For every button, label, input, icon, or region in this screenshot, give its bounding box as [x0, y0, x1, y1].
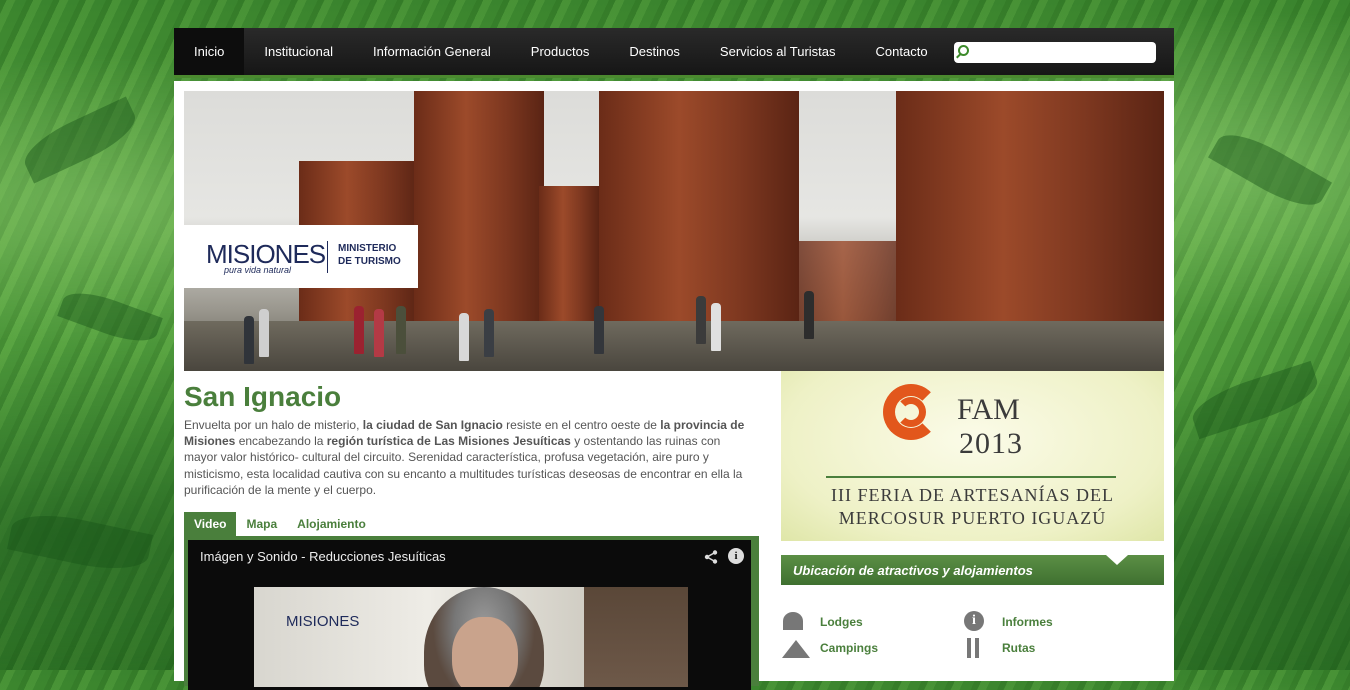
tab-video[interactable]: Video [184, 512, 237, 536]
page-container: MISIONES pura vida natural MINISTERIO DE… [174, 81, 1174, 690]
route-icon [963, 636, 993, 660]
main-navigation: Inicio Institucional Información General… [174, 28, 1174, 78]
intro-text: resiste en el centro oeste de [502, 418, 661, 432]
nav-item-inicio[interactable]: Inicio [174, 28, 245, 75]
ubicacion-header: Ubicación de atractivos y alojamientos [781, 555, 1164, 585]
header-banner-image: MISIONES pura vida natural MINISTERIO DE… [184, 91, 1164, 371]
tourist-figure [396, 306, 406, 354]
ruin-wall [414, 91, 544, 331]
fam-name: FAM [957, 393, 1020, 426]
fam-line-2: MERCOSUR PUERTO IGUAZÚ [838, 508, 1107, 528]
logo-ministry-line1: MINISTERIO [338, 243, 397, 254]
background-leaf [17, 96, 143, 184]
intro-text: encabezando la [235, 434, 327, 449]
link-label[interactable]: Lodges [820, 615, 863, 629]
presenter-face [452, 617, 518, 687]
nav-item-productos[interactable]: Productos [511, 28, 610, 75]
share-icon[interactable] [704, 550, 718, 564]
page-title: San Ignacio [184, 381, 342, 412]
ruin-wall [539, 186, 599, 326]
fam-line-1: III FERIA DE ARTESANÍAS DEL [831, 485, 1114, 505]
background-leaf [6, 505, 154, 579]
video-panel: Imágen y Sonido - Reducciones Jesuíticas… [184, 536, 759, 690]
fam-spiral-inner-icon [896, 397, 926, 427]
nav-item-institucional[interactable]: Institucional [244, 28, 353, 75]
fam-divider [826, 476, 1116, 478]
link-campings[interactable]: Campings [781, 636, 878, 660]
info-icon [963, 610, 993, 634]
video-title[interactable]: Imágen y Sonido - Reducciones Jesuíticas [200, 549, 446, 564]
nav-item-informacion-general[interactable]: Información General [353, 28, 511, 75]
search-input[interactable] [976, 44, 1152, 62]
tourist-figure [259, 309, 269, 357]
link-lodges[interactable]: Lodges [781, 610, 863, 634]
ubicacion-title: Ubicación de atractivos y alojamientos [793, 563, 1033, 578]
tourist-figure [459, 313, 469, 361]
intro-text: Envuelta por un halo de misterio, [184, 418, 363, 432]
tourist-figure [484, 309, 494, 357]
link-label[interactable]: Campings [820, 641, 878, 655]
nav-item-destinos[interactable]: Destinos [609, 28, 700, 75]
logo-ministry-line2: DE TURISMO [338, 256, 401, 267]
lodge-icon [781, 610, 811, 634]
tourist-figure [354, 306, 364, 354]
link-informes[interactable]: Informes [963, 610, 1053, 634]
link-rutas[interactable]: Rutas [963, 636, 1035, 660]
media-tabs: Video Mapa Alojamiento [184, 512, 376, 536]
ruin-wall [799, 241, 909, 331]
logo-ministry: MINISTERIO DE TURISMO [338, 242, 401, 268]
intro-bold: la ciudad de San Ignacio [362, 418, 503, 432]
ruin-wall [896, 91, 1164, 351]
link-label[interactable]: Informes [1002, 615, 1053, 629]
background-leaf [1187, 360, 1323, 440]
logo-divider [327, 241, 328, 273]
video-thumbnail[interactable]: MISIONES [254, 587, 688, 687]
tent-icon [781, 636, 811, 660]
tourist-figure [594, 306, 604, 354]
notch-decoration [1106, 555, 1128, 565]
tab-mapa[interactable]: Mapa [236, 512, 287, 536]
fam-2013-ad-banner[interactable]: FAM 2013 III FERIA DE ARTESANÍAS DEL MER… [781, 371, 1164, 541]
thumbnail-logo: MISIONES [286, 613, 360, 630]
info-icon[interactable]: i [728, 548, 744, 564]
background-leaf [57, 283, 163, 351]
logo-tagline: pura vida natural [224, 265, 292, 275]
intro-paragraph: Envuelta por un halo de misterio, la ciu… [184, 417, 756, 498]
background-leaf [1208, 122, 1332, 218]
nav-item-contacto[interactable]: Contacto [856, 28, 948, 75]
wet-ground [184, 321, 1164, 371]
nav-item-servicios-al-turistas[interactable]: Servicios al Turistas [700, 28, 856, 75]
search-box[interactable] [954, 42, 1156, 63]
tourist-figure [696, 296, 706, 344]
tourist-figure [711, 303, 721, 351]
tourist-figure [244, 316, 254, 364]
search-icon[interactable] [958, 45, 969, 56]
tab-alojamiento[interactable]: Alojamiento [287, 512, 376, 536]
misiones-logo: MISIONES pura vida natural MINISTERIO DE… [184, 225, 418, 288]
tourist-figure [804, 291, 814, 339]
fam-year: 2013 [959, 427, 1023, 460]
link-label[interactable]: Rutas [1002, 641, 1035, 655]
video-player[interactable]: Imágen y Sonido - Reducciones Jesuíticas… [188, 540, 751, 690]
tourist-figure [374, 309, 384, 357]
intro-bold: región turística de Las Misiones Jesuíti… [326, 434, 571, 449]
bookshelf [584, 587, 688, 687]
